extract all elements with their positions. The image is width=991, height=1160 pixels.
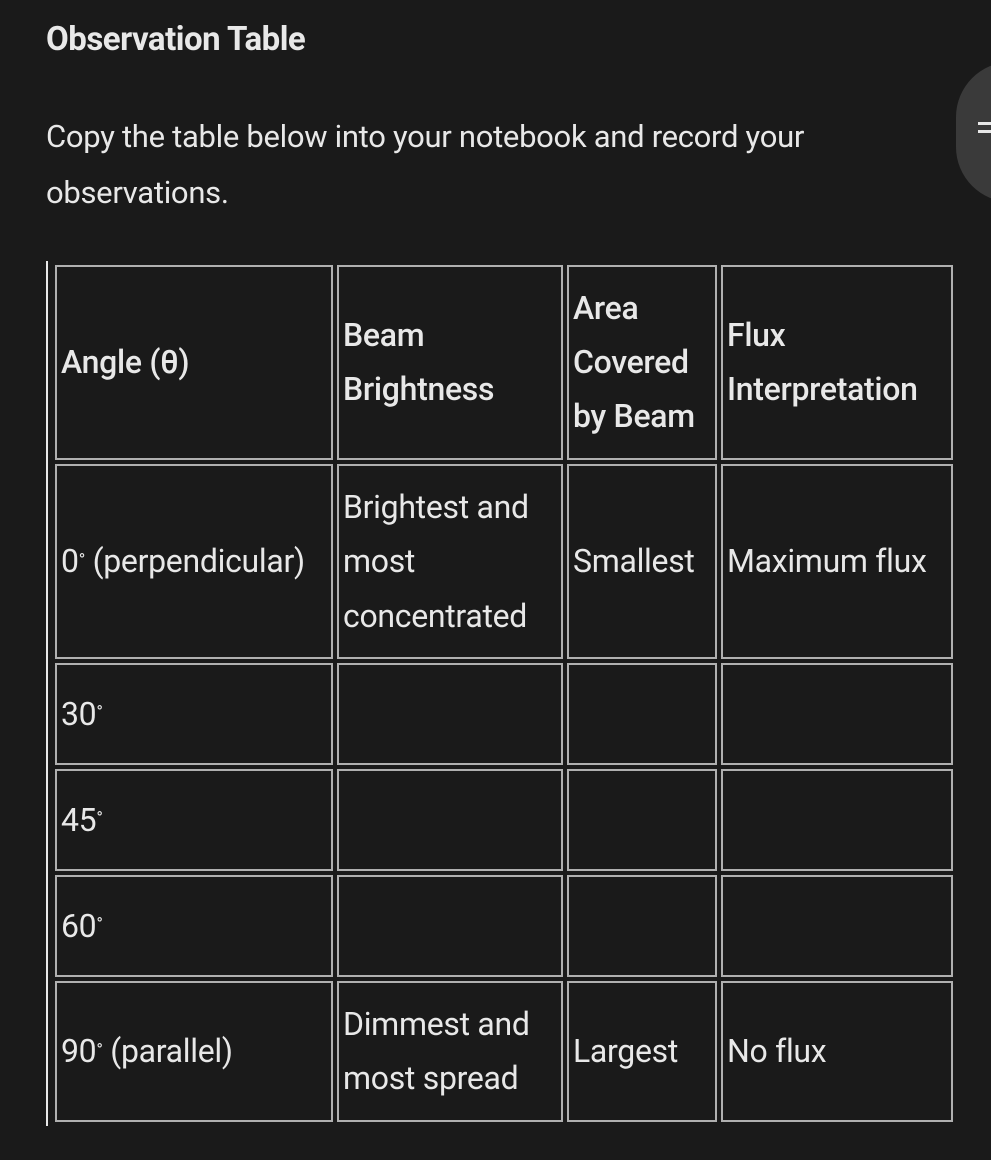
header-angle: Angle (θ) <box>55 265 333 460</box>
cell-angle: 0° (perpendicular) <box>55 464 333 659</box>
section-heading: Observation Table <box>46 20 991 59</box>
table-row: 30° <box>55 663 953 765</box>
header-flux: Flux Interpretation <box>721 265 953 460</box>
cell-flux: No flux <box>721 981 953 1122</box>
header-brightness: Beam Brightness <box>337 265 563 460</box>
cell-flux <box>721 875 953 977</box>
table-row: 0° (perpendicular)Brightest and most con… <box>55 464 953 659</box>
cell-flux <box>721 663 953 765</box>
cell-brightness: Brightest and most concentrated <box>337 464 563 659</box>
cell-angle: 90° (parallel) <box>55 981 333 1122</box>
cell-area <box>567 875 717 977</box>
cell-brightness <box>337 663 563 765</box>
cell-area <box>567 663 717 765</box>
table-row: 90° (parallel)Dimmest and most spreadLar… <box>55 981 953 1122</box>
table-row: 45° <box>55 769 953 871</box>
cell-flux <box>721 769 953 871</box>
table-row: 60° <box>55 875 953 977</box>
observation-table-container: Angle (θ) Beam Brightness Area Covered b… <box>46 261 957 1126</box>
cell-angle: 45° <box>55 769 333 871</box>
cell-brightness <box>337 769 563 871</box>
table-header-row: Angle (θ) Beam Brightness Area Covered b… <box>55 265 953 460</box>
cell-area <box>567 769 717 871</box>
cell-brightness: Dimmest and most spread <box>337 981 563 1122</box>
menu-button[interactable] <box>956 62 991 202</box>
observation-table: Angle (θ) Beam Brightness Area Covered b… <box>51 261 957 1126</box>
cell-flux: Maximum flux <box>721 464 953 659</box>
header-area: Area Covered by Beam <box>567 265 717 460</box>
instruction-text: Copy the table below into your notebook … <box>46 109 946 221</box>
cell-angle: 30° <box>55 663 333 765</box>
cell-area: Smallest <box>567 464 717 659</box>
cell-angle: 60° <box>55 875 333 977</box>
cell-area: Largest <box>567 981 717 1122</box>
cell-brightness <box>337 875 563 977</box>
